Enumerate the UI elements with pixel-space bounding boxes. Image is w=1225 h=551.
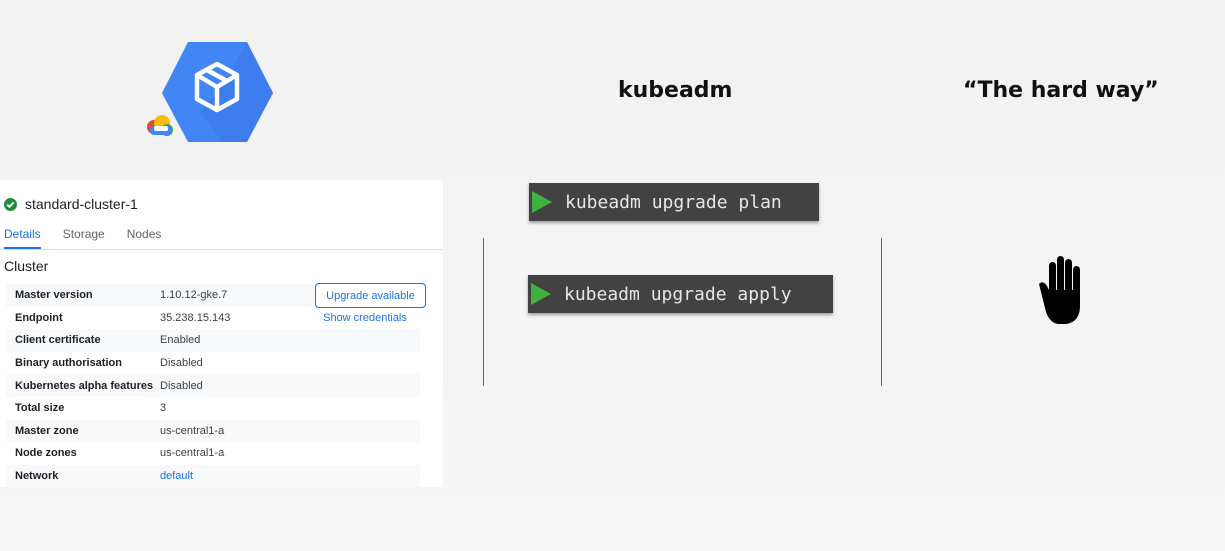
row-key: Master version bbox=[15, 289, 93, 302]
show-credentials-link[interactable]: Show credentials bbox=[310, 312, 420, 324]
upgrade-available-button[interactable]: Upgrade available bbox=[315, 283, 426, 308]
panel-tabs: Details Storage Nodes bbox=[4, 227, 183, 249]
cluster-name: standard-cluster-1 bbox=[25, 196, 138, 212]
row-value: us-central1-a bbox=[160, 447, 225, 460]
play-triangle-icon bbox=[531, 283, 551, 305]
row-key: Binary authorisation bbox=[15, 357, 122, 370]
column-divider-right bbox=[881, 238, 882, 386]
row-value: Disabled bbox=[160, 357, 203, 370]
gke-logo bbox=[145, 42, 273, 144]
google-cloud-icon bbox=[147, 115, 173, 136]
network-link[interactable]: default bbox=[160, 470, 310, 482]
row-key: Endpoint bbox=[15, 311, 63, 324]
table-row: Network default bbox=[6, 464, 420, 488]
tab-details[interactable]: Details bbox=[4, 227, 41, 249]
stop-hand-icon bbox=[1036, 254, 1088, 326]
row-key: Total size bbox=[15, 402, 65, 415]
heading-hard-way: “The hard way” bbox=[963, 78, 1159, 103]
command-upgrade-plan: kubeadm upgrade plan bbox=[529, 183, 819, 221]
row-value: Enabled bbox=[160, 334, 201, 347]
table-row: Client certificate Enabled bbox=[6, 329, 420, 352]
row-value: 1.10.12-gke.7 bbox=[160, 289, 228, 302]
table-row: Node zones us-central1-a bbox=[6, 442, 420, 465]
row-key: Kubernetes alpha features bbox=[15, 379, 154, 392]
row-key: Network bbox=[15, 470, 59, 483]
row-key: Node zones bbox=[15, 447, 77, 460]
tabs-divider bbox=[0, 249, 443, 250]
column-divider-left bbox=[483, 238, 484, 386]
play-triangle-icon bbox=[532, 191, 552, 213]
table-row: Binary authorisation Disabled bbox=[6, 352, 420, 375]
row-value: 35.238.15.143 bbox=[160, 311, 231, 324]
table-row: Kubernetes alpha features Disabled bbox=[6, 374, 420, 397]
row-value: Disabled bbox=[160, 379, 203, 392]
command-upgrade-apply: kubeadm upgrade apply bbox=[528, 275, 833, 313]
row-value: 3 bbox=[160, 402, 167, 415]
check-circle-icon bbox=[4, 197, 17, 211]
table-row: Total size 3 bbox=[6, 397, 420, 420]
row-key: Master zone bbox=[15, 424, 79, 437]
row-key: Client certificate bbox=[15, 334, 101, 347]
cluster-title-row: standard-cluster-1 bbox=[4, 196, 138, 212]
section-title-cluster: Cluster bbox=[4, 258, 49, 274]
heading-kubeadm: kubeadm bbox=[618, 78, 733, 103]
tab-storage[interactable]: Storage bbox=[63, 227, 105, 249]
gke-cluster-panel: standard-cluster-1 Details Storage Nodes… bbox=[0, 180, 443, 488]
command-text: kubeadm upgrade plan bbox=[565, 191, 782, 213]
table-row: Master zone us-central1-a bbox=[6, 419, 420, 443]
tab-nodes[interactable]: Nodes bbox=[127, 227, 162, 249]
row-value: us-central1-a bbox=[160, 424, 225, 437]
cluster-details-table: Master version 1.10.12-gke.7 Endpoint 35… bbox=[6, 284, 420, 488]
command-text: kubeadm upgrade apply bbox=[564, 283, 792, 305]
table-row: Endpoint 35.238.15.143 Show credentials bbox=[6, 307, 420, 330]
